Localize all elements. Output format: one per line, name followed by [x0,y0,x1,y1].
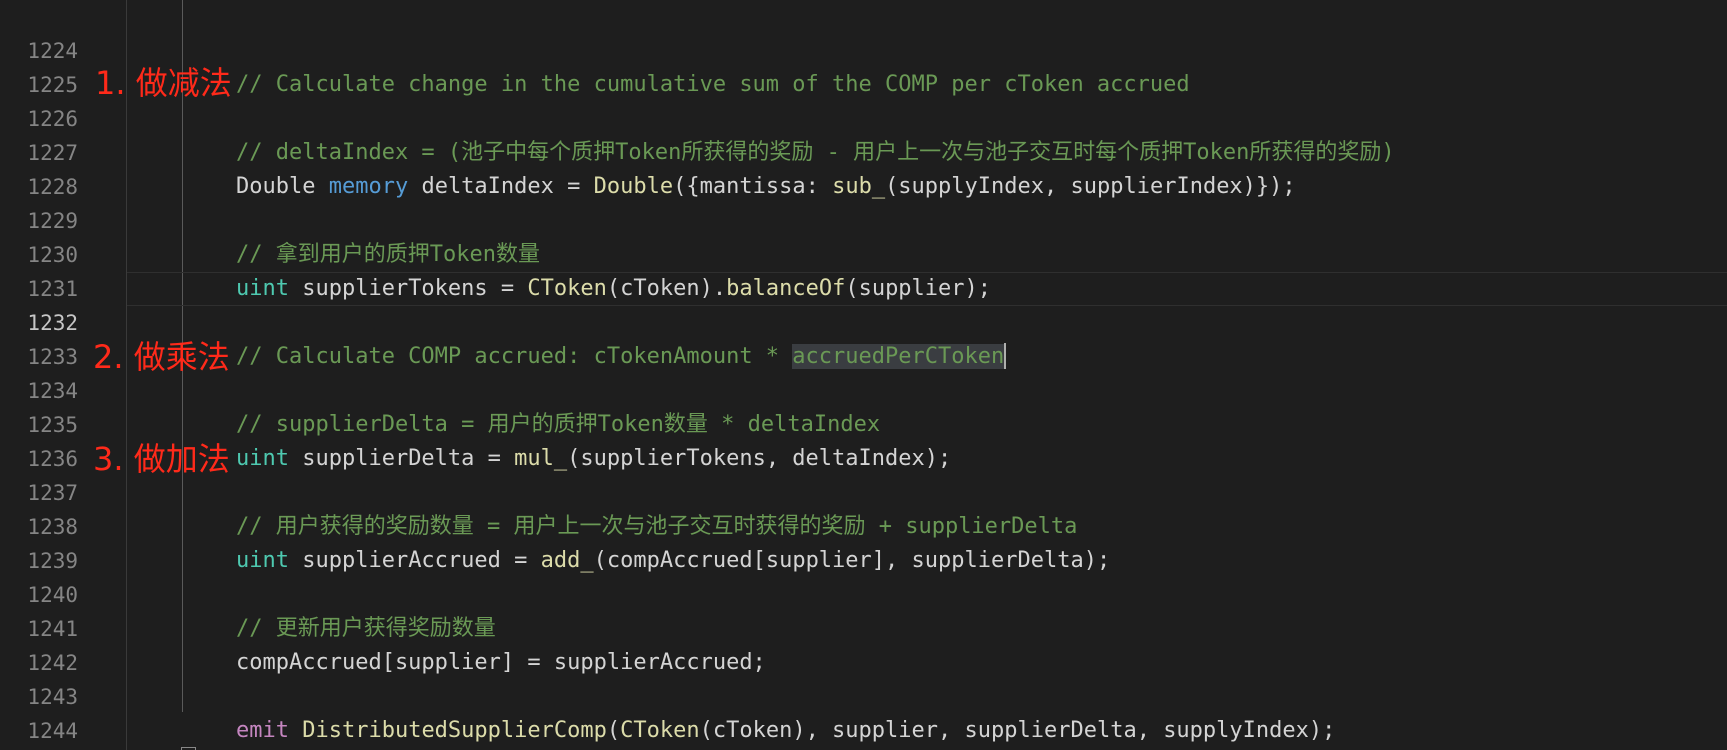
code-line-1235[interactable]: 1235 uint supplierDelta = mul_(supplierT… [0,374,1727,471]
code-line-1238[interactable]: 1238 uint supplierAccrued = add_(compAcc… [0,476,1727,573]
code-line-1244[interactable]: 1244 } [0,680,1727,750]
code-line-1226[interactable]: 1226 // deltaIndex = (池子中每个质押Token所获得的奖励… [0,68,1727,165]
code-line-1245[interactable]: 1245 [0,714,1727,748]
code-line-1228[interactable]: 1228 [0,136,1727,199]
code-line-1243[interactable]: 1243 emit DistributedSupplierComp(CToken… [0,646,1727,743]
code-line-1233[interactable]: 1233 [0,306,1727,369]
annotation-step-1: 1. 做减法 [95,64,232,102]
code-line-1227[interactable]: 1227 Double memory deltaIndex = Double({… [0,102,1727,199]
code-line-1239[interactable]: 1239 [0,510,1727,573]
code-line-1240[interactable]: 1240 // 更新用户获得奖励数量 [0,544,1727,641]
code-line-1237[interactable]: 1237 // 用户获得的奖励数量 = 用户上一次与池子交互时获得的奖励 + s… [0,442,1727,539]
code-line-1232[interactable]: 1232 // Calculate COMP accrued: cTokenAm… [0,272,1727,369]
annotation-step-3: 3. 做加法 [93,440,230,478]
code-line-1231[interactable]: 1231 [0,238,1727,301]
code-line-1234[interactable]: 1234 // supplierDelta = 用户的质押Token数量 * d… [0,340,1727,437]
annotation-step-2: 2. 做乘法 [93,338,230,376]
code-line-1224[interactable]: 1224 // Calculate change in the cumulati… [0,0,1727,97]
code-line-1230[interactable]: 1230 uint supplierTokens = CToken(cToken… [0,204,1727,301]
code-line-1241[interactable]: 1241 compAccrued[supplier] = supplierAcc… [0,578,1727,675]
code-editor[interactable]: 1224 // Calculate change in the cumulati… [0,0,1727,750]
code-line-1236[interactable]: 1236 [0,408,1727,471]
code-line-1242[interactable]: 1242 [0,612,1727,675]
code-line-1225[interactable]: 1225 [0,34,1727,97]
code-line-1229[interactable]: 1229 // 拿到用户的质押Token数量 [0,170,1727,267]
